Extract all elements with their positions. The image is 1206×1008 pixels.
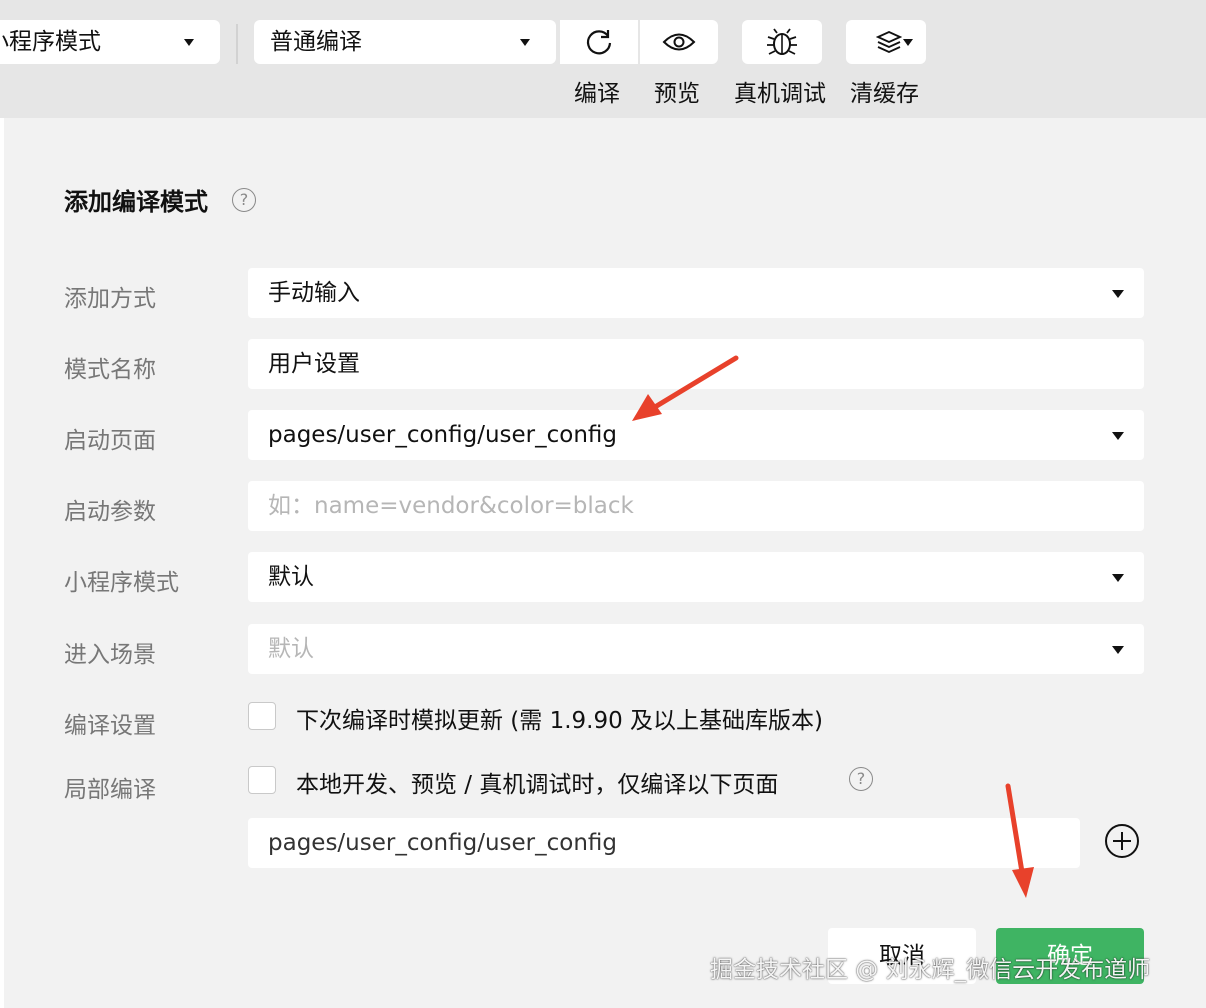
compile-label: 编译: [574, 81, 620, 107]
mode-select[interactable]: 小程序模式: [0, 20, 220, 64]
partial-compile-text: 本地开发、预览 / 真机调试时，仅编译以下页面: [296, 772, 779, 798]
eye-icon: [662, 33, 696, 51]
mode-name-label: 模式名称: [64, 357, 156, 383]
add-method-label: 添加方式: [64, 286, 156, 312]
chevron-down-icon: [184, 39, 194, 46]
simulate-update-text: 下次编译时模拟更新 (需 1.9.90 及以上基础库版本): [296, 708, 824, 734]
mode-name-input[interactable]: 用户设置: [248, 339, 1144, 389]
mode-select-value: 小程序模式: [0, 29, 101, 55]
launch-params-label: 启动参数: [64, 499, 156, 525]
clear-cache-label: 清缓存: [850, 81, 919, 107]
watermark: 掘金技术社区 @ 刘永辉_微信云开发布道师: [710, 957, 1151, 983]
compile-select[interactable]: 普通编译: [254, 20, 556, 64]
compile-select-value: 普通编译: [270, 29, 362, 55]
miniprogram-mode-select[interactable]: 默认: [248, 552, 1144, 602]
layers-icon: [876, 31, 902, 53]
launch-params-placeholder: 如：name=vendor&color=black: [268, 493, 634, 519]
remote-debug-button[interactable]: [742, 20, 822, 64]
bug-icon: [767, 28, 797, 55]
dialog-title: 添加编译模式: [64, 188, 208, 216]
partial-compile-page-input[interactable]: pages/user_config/user_config: [248, 818, 1080, 868]
launch-params-input[interactable]: 如：name=vendor&color=black: [248, 481, 1144, 531]
chevron-down-icon: [1112, 432, 1124, 440]
toolbar: 小程序模式 普通编译 编译 预览 真机调: [0, 0, 1206, 118]
add-method-select[interactable]: 手动输入: [248, 268, 1144, 318]
help-icon[interactable]: ?: [232, 188, 256, 212]
preview-label: 预览: [654, 81, 700, 107]
help-icon[interactable]: ?: [849, 767, 873, 791]
scene-placeholder: 默认: [268, 636, 314, 662]
refresh-icon: [586, 30, 612, 55]
launch-page-select[interactable]: pages/user_config/user_config: [248, 410, 1144, 460]
partial-compile-checkbox[interactable]: [248, 766, 276, 794]
chevron-down-icon: [1112, 574, 1124, 582]
chevron-down-icon: [1112, 290, 1124, 298]
miniprogram-mode-value: 默认: [268, 564, 314, 590]
simulate-update-checkbox[interactable]: [248, 702, 276, 730]
partial-compile-page-value: pages/user_config/user_config: [268, 830, 618, 856]
compile-settings-label: 编译设置: [64, 713, 156, 739]
add-circle-icon[interactable]: [1104, 823, 1140, 859]
partial-compile-label: 局部编译: [64, 777, 156, 803]
clear-cache-button[interactable]: [846, 20, 926, 64]
scene-select[interactable]: 默认: [248, 624, 1144, 674]
chevron-down-icon: [520, 39, 530, 46]
chevron-down-icon: [1112, 646, 1124, 654]
add-method-value: 手动输入: [268, 280, 360, 306]
toolbar-divider: [236, 24, 238, 64]
mode-name-value: 用户设置: [268, 351, 360, 377]
preview-button[interactable]: [640, 20, 718, 64]
scene-label: 进入场景: [64, 642, 156, 668]
remote-debug-label: 真机调试: [734, 81, 826, 107]
miniprogram-mode-label: 小程序模式: [64, 570, 179, 596]
compile-button[interactable]: [560, 20, 638, 64]
launch-page-label: 启动页面: [64, 428, 156, 454]
launch-page-value: pages/user_config/user_config: [268, 422, 618, 448]
chevron-down-icon: [903, 39, 913, 46]
